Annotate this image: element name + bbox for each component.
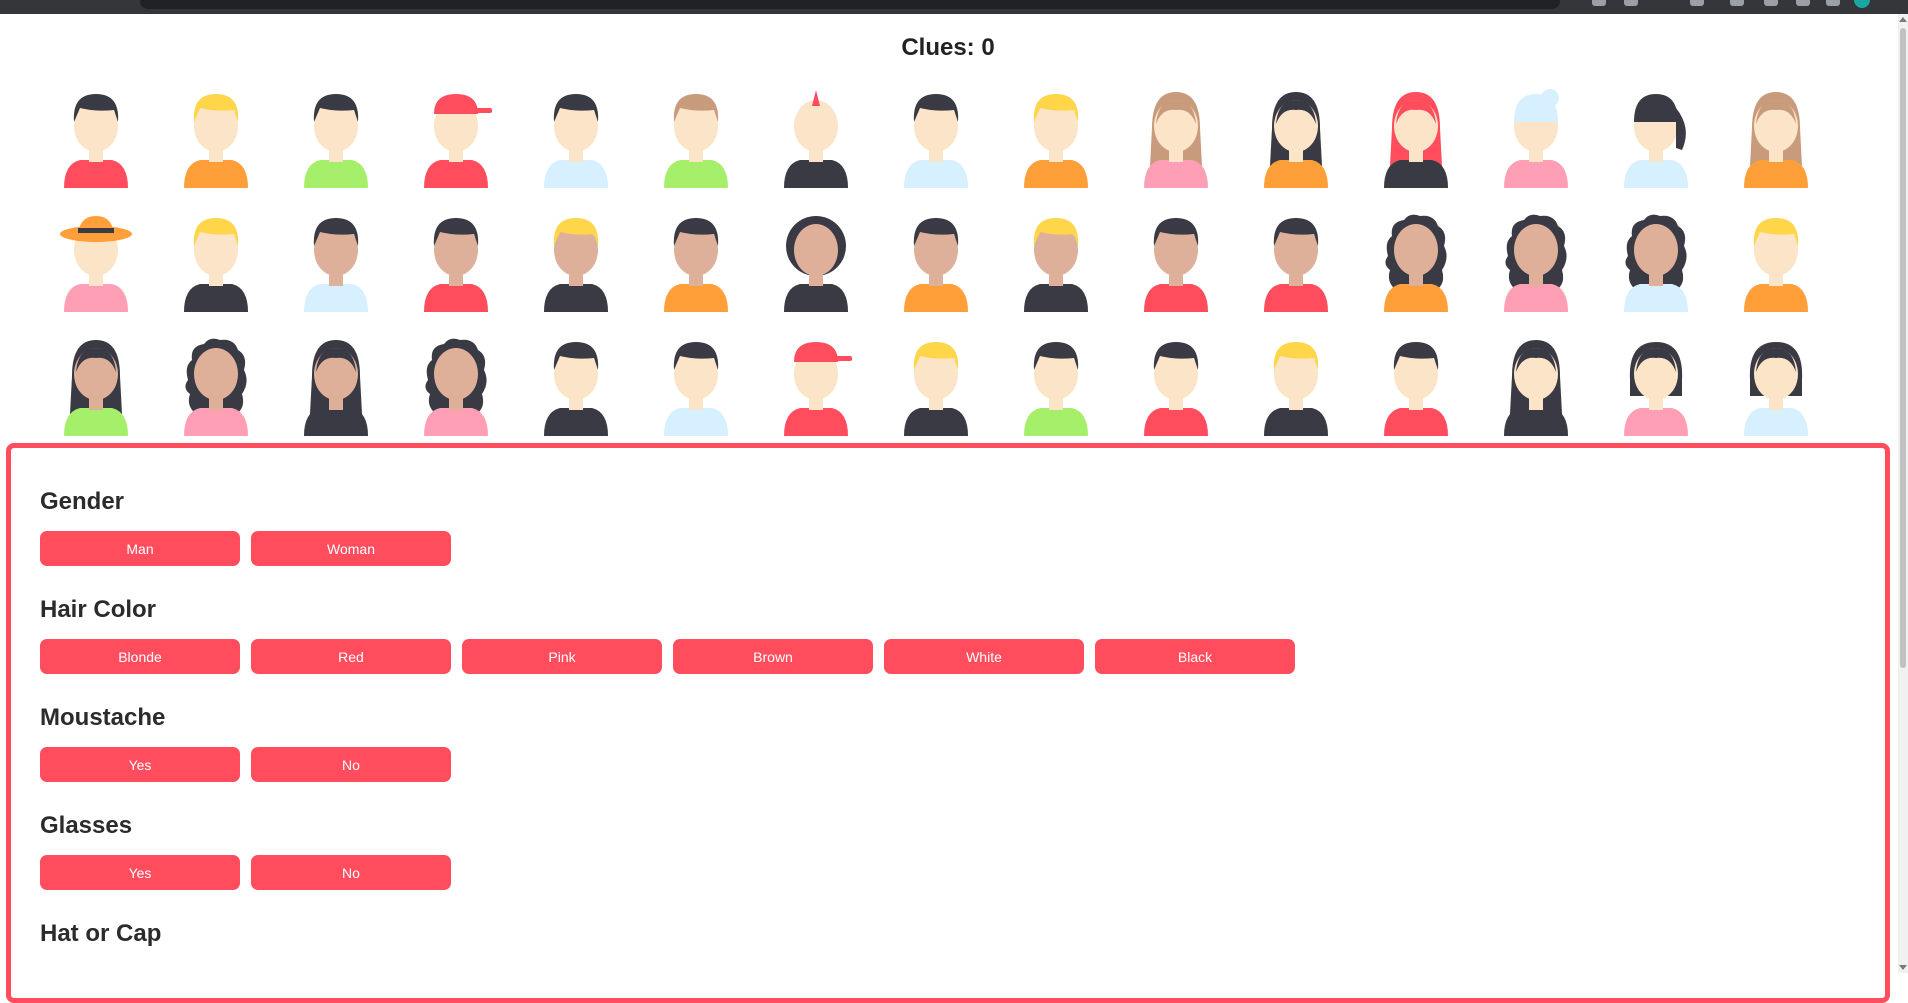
character-card[interactable]: [900, 336, 972, 436]
extension-icon[interactable]: [1796, 0, 1810, 6]
scrollbar-thumb[interactable]: [1900, 28, 1906, 668]
character-card[interactable]: [1380, 336, 1452, 436]
character-card[interactable]: [540, 212, 612, 312]
character-card[interactable]: [1380, 88, 1452, 188]
page-scrollbar[interactable]: [1898, 14, 1908, 973]
extension-icon[interactable]: [1730, 0, 1744, 6]
character-card[interactable]: [420, 88, 492, 188]
bookmark-star-icon[interactable]: [1624, 0, 1638, 6]
moustache-no-button[interactable]: No: [251, 747, 451, 782]
character-card[interactable]: [1500, 88, 1572, 188]
character-card[interactable]: [420, 336, 492, 436]
hair-color-heading: Hair Color: [40, 596, 157, 623]
character-card[interactable]: [1260, 88, 1332, 188]
character-card[interactable]: [1620, 88, 1692, 188]
character-card[interactable]: [900, 212, 972, 312]
character-card[interactable]: [1620, 212, 1692, 312]
character-card[interactable]: [1140, 336, 1212, 436]
character-card[interactable]: [300, 336, 372, 436]
hair-brown-button[interactable]: Brown: [673, 639, 873, 674]
character-card[interactable]: [900, 88, 972, 188]
character-card[interactable]: [660, 212, 732, 312]
hair-black-button[interactable]: Black: [1095, 639, 1295, 674]
character-card[interactable]: [1740, 336, 1812, 436]
hat-heading: Hat or Cap: [40, 920, 162, 947]
gender-woman-button[interactable]: Woman: [251, 531, 451, 566]
clues-counter: Clues: 0: [901, 34, 995, 61]
glasses-no-button[interactable]: No: [251, 855, 451, 890]
character-card[interactable]: [1500, 336, 1572, 436]
scroll-down-icon[interactable]: [1899, 965, 1907, 970]
gender-section: Gender Man Woman: [40, 488, 1856, 566]
character-card[interactable]: [660, 88, 732, 188]
scroll-up-icon[interactable]: [1899, 17, 1907, 22]
sidebar-icon[interactable]: [1826, 0, 1840, 6]
address-bar[interactable]: [140, 0, 1560, 9]
extension-icon[interactable]: [1592, 0, 1606, 6]
moustache-heading: Moustache: [40, 704, 166, 731]
character-card[interactable]: [300, 212, 372, 312]
character-card[interactable]: [1620, 336, 1692, 436]
character-card[interactable]: [60, 88, 132, 188]
hair-red-button[interactable]: Red: [251, 639, 451, 674]
extension-icon[interactable]: [1690, 0, 1704, 6]
character-card[interactable]: [60, 336, 132, 436]
character-card[interactable]: [540, 336, 612, 436]
character-card[interactable]: [780, 336, 852, 436]
character-board: [60, 88, 1812, 436]
character-card[interactable]: [780, 212, 852, 312]
question-panel: Gender Man Woman Hair Color Blonde Red P…: [6, 443, 1890, 1003]
gender-man-button[interactable]: Man: [40, 531, 240, 566]
character-card[interactable]: [420, 212, 492, 312]
character-card[interactable]: [1140, 212, 1212, 312]
moustache-section: Moustache Yes No: [40, 704, 1856, 782]
hair-pink-button[interactable]: Pink: [462, 639, 662, 674]
character-card[interactable]: [540, 88, 612, 188]
character-card[interactable]: [180, 88, 252, 188]
character-card[interactable]: [1260, 336, 1332, 436]
character-card[interactable]: [180, 336, 252, 436]
character-card[interactable]: [1740, 88, 1812, 188]
character-card[interactable]: [660, 336, 732, 436]
character-card[interactable]: [1140, 88, 1212, 188]
glasses-section: Glasses Yes No: [40, 812, 1856, 890]
character-card[interactable]: [1380, 212, 1452, 312]
glasses-yes-button[interactable]: Yes: [40, 855, 240, 890]
character-card[interactable]: [1260, 212, 1332, 312]
browser-toolbar: [0, 0, 1908, 14]
profile-avatar[interactable]: [1854, 0, 1870, 8]
hair-color-section: Hair Color Blonde Red Pink Brown White B…: [40, 596, 1856, 674]
glasses-heading: Glasses: [40, 812, 133, 839]
moustache-yes-button[interactable]: Yes: [40, 747, 240, 782]
character-card[interactable]: [1740, 212, 1812, 312]
character-card[interactable]: [1020, 212, 1092, 312]
character-card[interactable]: [1500, 212, 1572, 312]
character-card[interactable]: [180, 212, 252, 312]
hair-white-button[interactable]: White: [884, 639, 1084, 674]
character-card[interactable]: [60, 212, 132, 312]
hair-blonde-button[interactable]: Blonde: [40, 639, 240, 674]
extension-icon[interactable]: [1764, 0, 1778, 6]
character-card[interactable]: [300, 88, 372, 188]
character-card[interactable]: [1020, 88, 1092, 188]
hat-section: Hat or Cap: [40, 920, 1856, 948]
gender-heading: Gender: [40, 488, 125, 515]
character-card[interactable]: [780, 88, 852, 188]
character-card[interactable]: [1020, 336, 1092, 436]
